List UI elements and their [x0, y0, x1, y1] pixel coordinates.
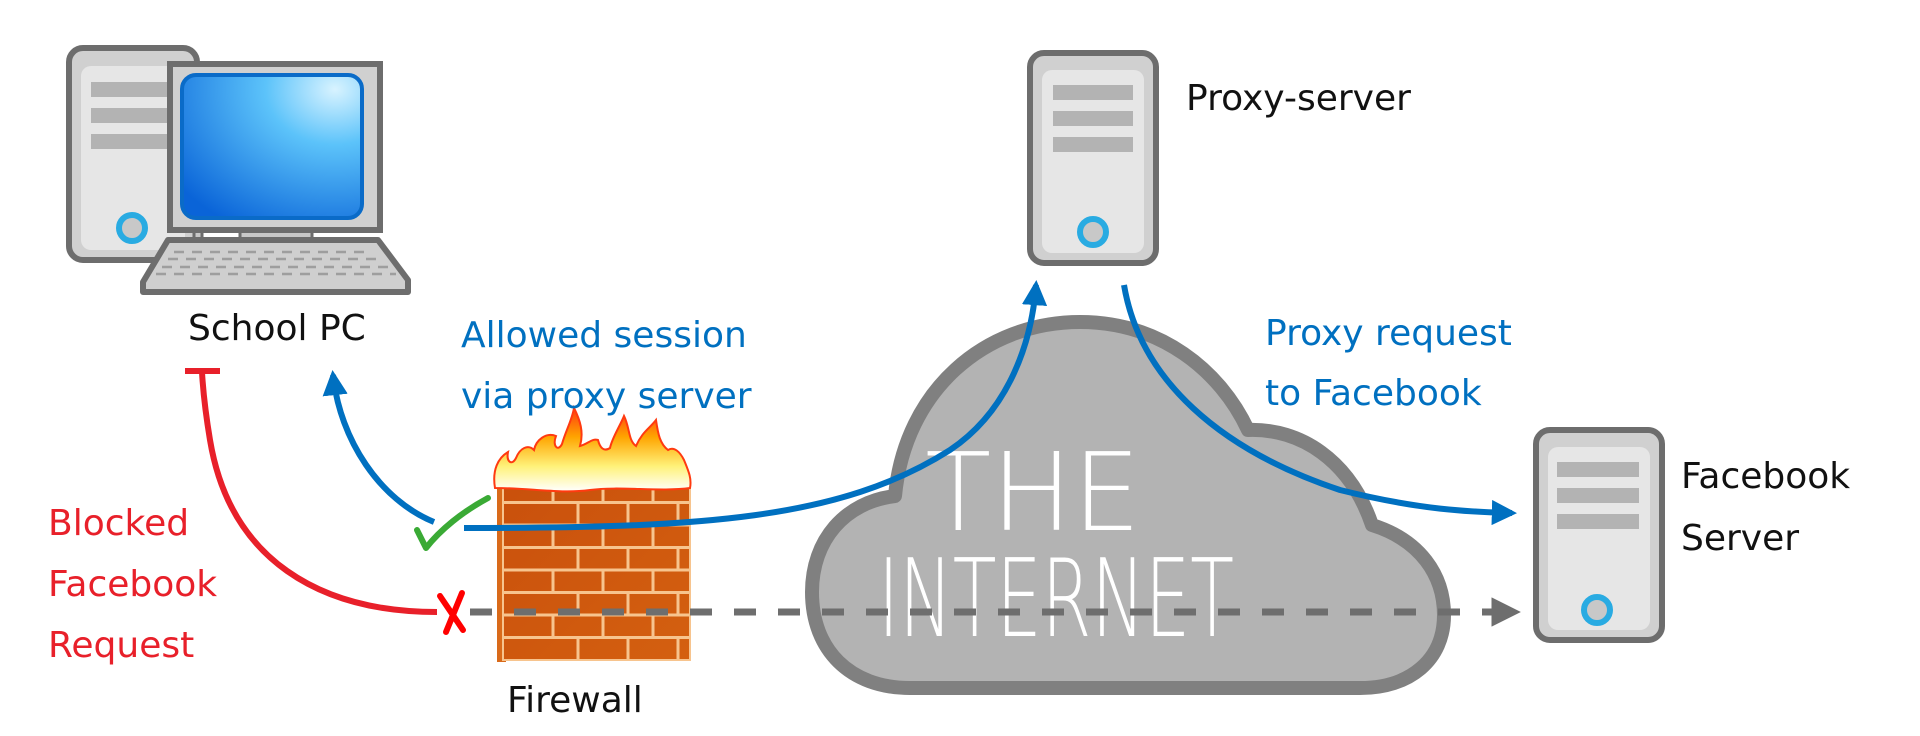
network-diagram: School PC Proxy-server Facebook Server T… — [48, 45, 1850, 721]
server-tower-icon — [1533, 427, 1665, 643]
blocked-return-line — [199, 371, 438, 615]
allowed-session-annotation: Allowed session via proxy server — [461, 315, 752, 417]
proxy-server-label: Proxy-server — [1186, 78, 1411, 119]
proxy-server[interactable]: Proxy-server — [1027, 50, 1411, 266]
proxy-request-label-line1: Proxy request — [1265, 313, 1512, 354]
facebook-server[interactable]: Facebook Server — [1533, 427, 1850, 643]
blocked-label-line2: Facebook — [48, 564, 217, 605]
facebook-server-label-line1: Facebook — [1681, 456, 1850, 497]
school-pc-label: School PC — [188, 308, 366, 349]
allowed-return-arrow — [322, 369, 436, 525]
cross-icon — [437, 590, 466, 635]
blocked-label-line3: Request — [48, 625, 194, 666]
allowed-label-line1: Allowed session — [461, 315, 747, 356]
proxy-request-annotation: Proxy request to Facebook — [1265, 313, 1512, 414]
check-icon — [414, 495, 491, 551]
proxy-request-label-line2: to Facebook — [1265, 373, 1482, 414]
firewall[interactable]: Firewall — [493, 404, 692, 721]
blocked-request-annotation: Blocked Facebook Request — [48, 503, 217, 666]
desktop-computer-icon — [66, 45, 411, 295]
facebook-server-label-line2: Server — [1681, 518, 1799, 559]
flame-icon — [493, 404, 692, 493]
allowed-label-line2: via proxy server — [461, 376, 752, 417]
internet-label-line2: INTERNET — [878, 537, 1234, 662]
firewall-label: Firewall — [507, 680, 643, 721]
firewall-brick-wall-icon — [493, 404, 692, 662]
school-pc[interactable]: School PC — [66, 45, 411, 349]
server-tower-icon — [1027, 50, 1159, 266]
blocked-label-line1: Blocked — [48, 503, 189, 544]
